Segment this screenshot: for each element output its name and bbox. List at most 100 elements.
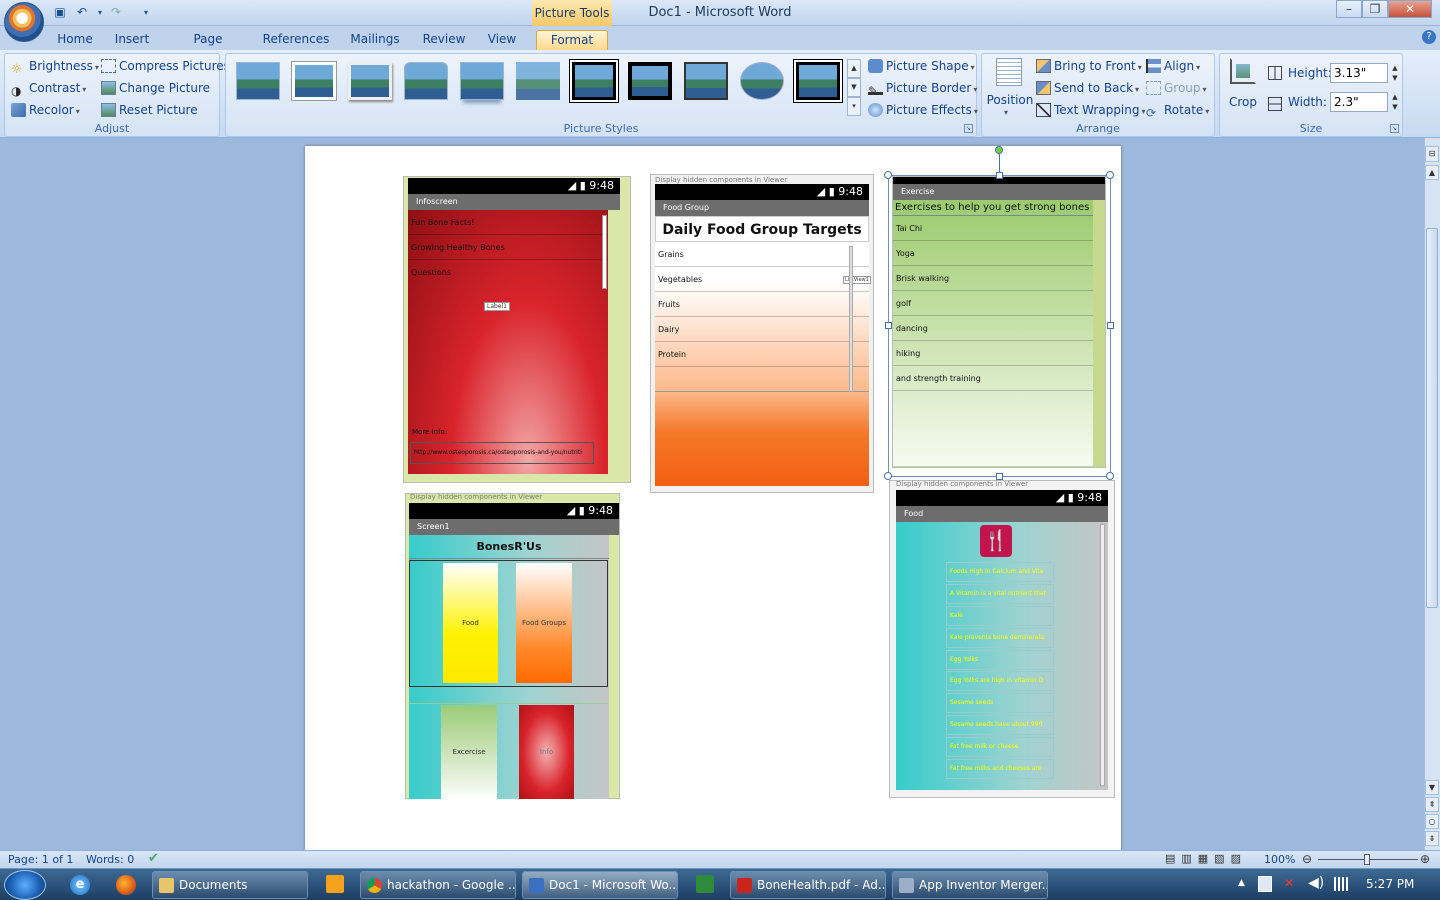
excel-icon[interactable] — [696, 875, 714, 893]
style-thumbnail[interactable] — [740, 62, 784, 100]
list-item[interactable]: Sesame seeds have about 990 — [946, 715, 1054, 736]
view-buttons[interactable]: ▤▥▦▧▨ — [1165, 852, 1253, 867]
word-count[interactable]: Words: 0 — [86, 853, 134, 866]
dialog-launcher-icon[interactable]: ↘ — [1390, 124, 1399, 133]
exercise-button[interactable]: Excercise — [441, 705, 497, 799]
food-button[interactable]: Food — [443, 563, 498, 683]
wifi-icon[interactable] — [1334, 877, 1350, 891]
rotate-button[interactable]: ⟳ Rotate ▾ — [1146, 100, 1209, 120]
tab-insert[interactable]: Insert — [112, 30, 152, 50]
change-picture-button[interactable]: Change Picture — [101, 78, 210, 98]
width-spinner[interactable]: ▲ ▼ — [1388, 92, 1402, 112]
network-error-icon[interactable]: ✕ — [1284, 876, 1300, 892]
browse-object-button[interactable]: ○ — [1425, 814, 1439, 829]
volume-icon[interactable]: ◀) — [1308, 875, 1324, 891]
recolor-button[interactable]: Recolor ▾ — [11, 100, 80, 120]
style-thumbnail[interactable] — [516, 62, 560, 100]
previous-page-button[interactable]: ⇞ — [1425, 797, 1439, 812]
list-item[interactable]: Fat free milk or cheese — [946, 737, 1054, 758]
list-item[interactable]: Protein — [655, 342, 869, 367]
style-thumbnail[interactable] — [460, 62, 504, 100]
tab-mailings[interactable]: Mailings — [348, 30, 402, 50]
list-item[interactable]: Kale prevents bone demineraliz — [946, 627, 1054, 648]
list-item[interactable]: Growing Healthy Bones — [408, 235, 608, 260]
proofing-icon[interactable]: ✔ — [148, 851, 159, 866]
resize-handle[interactable] — [884, 171, 892, 179]
zoom-out-button[interactable]: ⊖ — [1302, 852, 1312, 866]
redo-icon[interactable]: ↷ — [108, 5, 124, 20]
resize-handle[interactable] — [885, 322, 892, 329]
scroll-down-button[interactable]: ▼ — [1425, 780, 1439, 795]
next-page-button[interactable]: ⇟ — [1425, 831, 1439, 846]
scrollbar[interactable] — [849, 246, 853, 392]
list-item[interactable]: Egg Yolks are high in vitamin D — [946, 671, 1054, 692]
width-field[interactable]: 2.3" — [1330, 92, 1388, 112]
list-item[interactable]: Questions — [408, 260, 608, 285]
reset-picture-button[interactable]: Reset Picture — [101, 100, 198, 120]
food-group-image[interactable]: Display hidden components in Viewer ◢ ▮ … — [650, 174, 874, 493]
position-button[interactable]: Position — [986, 90, 1034, 110]
save-icon[interactable]: ▣ — [52, 5, 68, 20]
rotation-handle[interactable] — [995, 146, 1003, 154]
undo-icon[interactable]: ↶ — [74, 5, 90, 20]
tab-view[interactable]: View — [484, 30, 520, 50]
food-groups-button[interactable]: Food Groups — [516, 563, 572, 683]
undo-dropdown-icon[interactable]: ▾ — [92, 5, 108, 20]
style-thumbnail[interactable] — [684, 62, 728, 100]
text-wrapping-button[interactable]: Text Wrapping ▾ — [1036, 100, 1146, 120]
list-item[interactable]: A Vitamin is a vital nutrient that — [946, 583, 1054, 604]
gallery-down-button[interactable]: ▼ — [847, 78, 861, 97]
align-button[interactable]: Align ▾ — [1146, 56, 1200, 76]
taskbar-word[interactable]: Doc1 - Microsoft Wo... — [522, 871, 678, 899]
taskbar-acrobat[interactable]: BoneHealth.pdf - Ad... — [730, 871, 886, 899]
list-item[interactable]: Dairy — [655, 317, 869, 342]
style-thumbnail[interactable] — [292, 62, 336, 100]
close-button[interactable]: ✕ — [1388, 0, 1432, 18]
scroll-up-button[interactable]: ▲ — [1425, 165, 1439, 180]
tab-home[interactable]: Home — [56, 30, 94, 50]
zoom-level[interactable]: 100% — [1264, 853, 1295, 866]
help-icon[interactable]: ? — [1422, 30, 1436, 44]
send-to-back-button[interactable]: Send to Back ▾ — [1036, 78, 1139, 98]
list-item[interactable]: Vegetables — [655, 267, 869, 292]
list-item[interactable]: Fruits — [655, 292, 869, 317]
list-item[interactable]: Egg Yolks — [946, 649, 1054, 670]
media-player-icon[interactable] — [326, 875, 344, 893]
office-button[interactable] — [4, 2, 44, 42]
brightness-button[interactable]: ☼ Brightness ▾ — [11, 56, 99, 77]
list-item[interactable]: Fun Bone Facts! — [408, 210, 608, 235]
gallery-more-button[interactable]: ▾ — [847, 97, 861, 116]
style-thumbnail[interactable] — [628, 62, 672, 100]
contrast-button[interactable]: ◑ Contrast ▾ — [11, 78, 86, 98]
zoom-slider-thumb[interactable] — [1364, 854, 1370, 865]
resize-handle[interactable] — [1106, 472, 1114, 480]
bring-to-front-button[interactable]: Bring to Front ▾ — [1036, 56, 1142, 76]
food-image[interactable]: Display hidden components in Viewer ◢ ▮ … — [889, 480, 1115, 798]
style-thumbnail[interactable] — [236, 62, 280, 100]
infoscreen-image[interactable]: ◢ ▮ 9:48 Infoscreen Fun Bone Facts! Grow… — [403, 176, 631, 483]
group-button[interactable]: Group ▾ — [1146, 78, 1207, 98]
crop-button[interactable]: Crop — [1224, 92, 1262, 112]
list-item[interactable]: Sesame seeds — [946, 693, 1054, 714]
height-spinner[interactable]: ▲ ▼ — [1388, 63, 1402, 83]
list-item[interactable]: Foods High in Calcium and Vita — [946, 562, 1054, 582]
list-item[interactable]: Grains — [655, 242, 869, 267]
tab-references[interactable]: References — [262, 30, 330, 50]
list-item[interactable]: Fat free milks and cheeses are — [946, 759, 1054, 780]
internet-explorer-icon[interactable]: e — [70, 875, 90, 895]
style-thumbnail[interactable] — [796, 62, 840, 100]
start-button[interactable] — [4, 870, 46, 900]
tab-review[interactable]: Review — [420, 30, 468, 50]
taskbar-documents[interactable]: Documents — [152, 871, 308, 899]
scrollbar[interactable] — [602, 215, 607, 289]
action-center-icon[interactable] — [1258, 876, 1272, 892]
maximize-button[interactable]: ❐ — [1362, 0, 1388, 18]
page-count[interactable]: Page: 1 of 1 — [8, 853, 73, 866]
list-item[interactable]: Kale — [946, 605, 1054, 626]
zoom-in-button[interactable]: ⊕ — [1420, 852, 1430, 866]
dialog-launcher-icon[interactable]: ↘ — [964, 124, 973, 133]
minimize-button[interactable]: – — [1336, 0, 1362, 18]
tab-page-layout[interactable]: Page Layout — [172, 30, 244, 64]
resize-handle[interactable] — [1106, 171, 1114, 179]
resize-handle[interactable] — [996, 473, 1003, 480]
